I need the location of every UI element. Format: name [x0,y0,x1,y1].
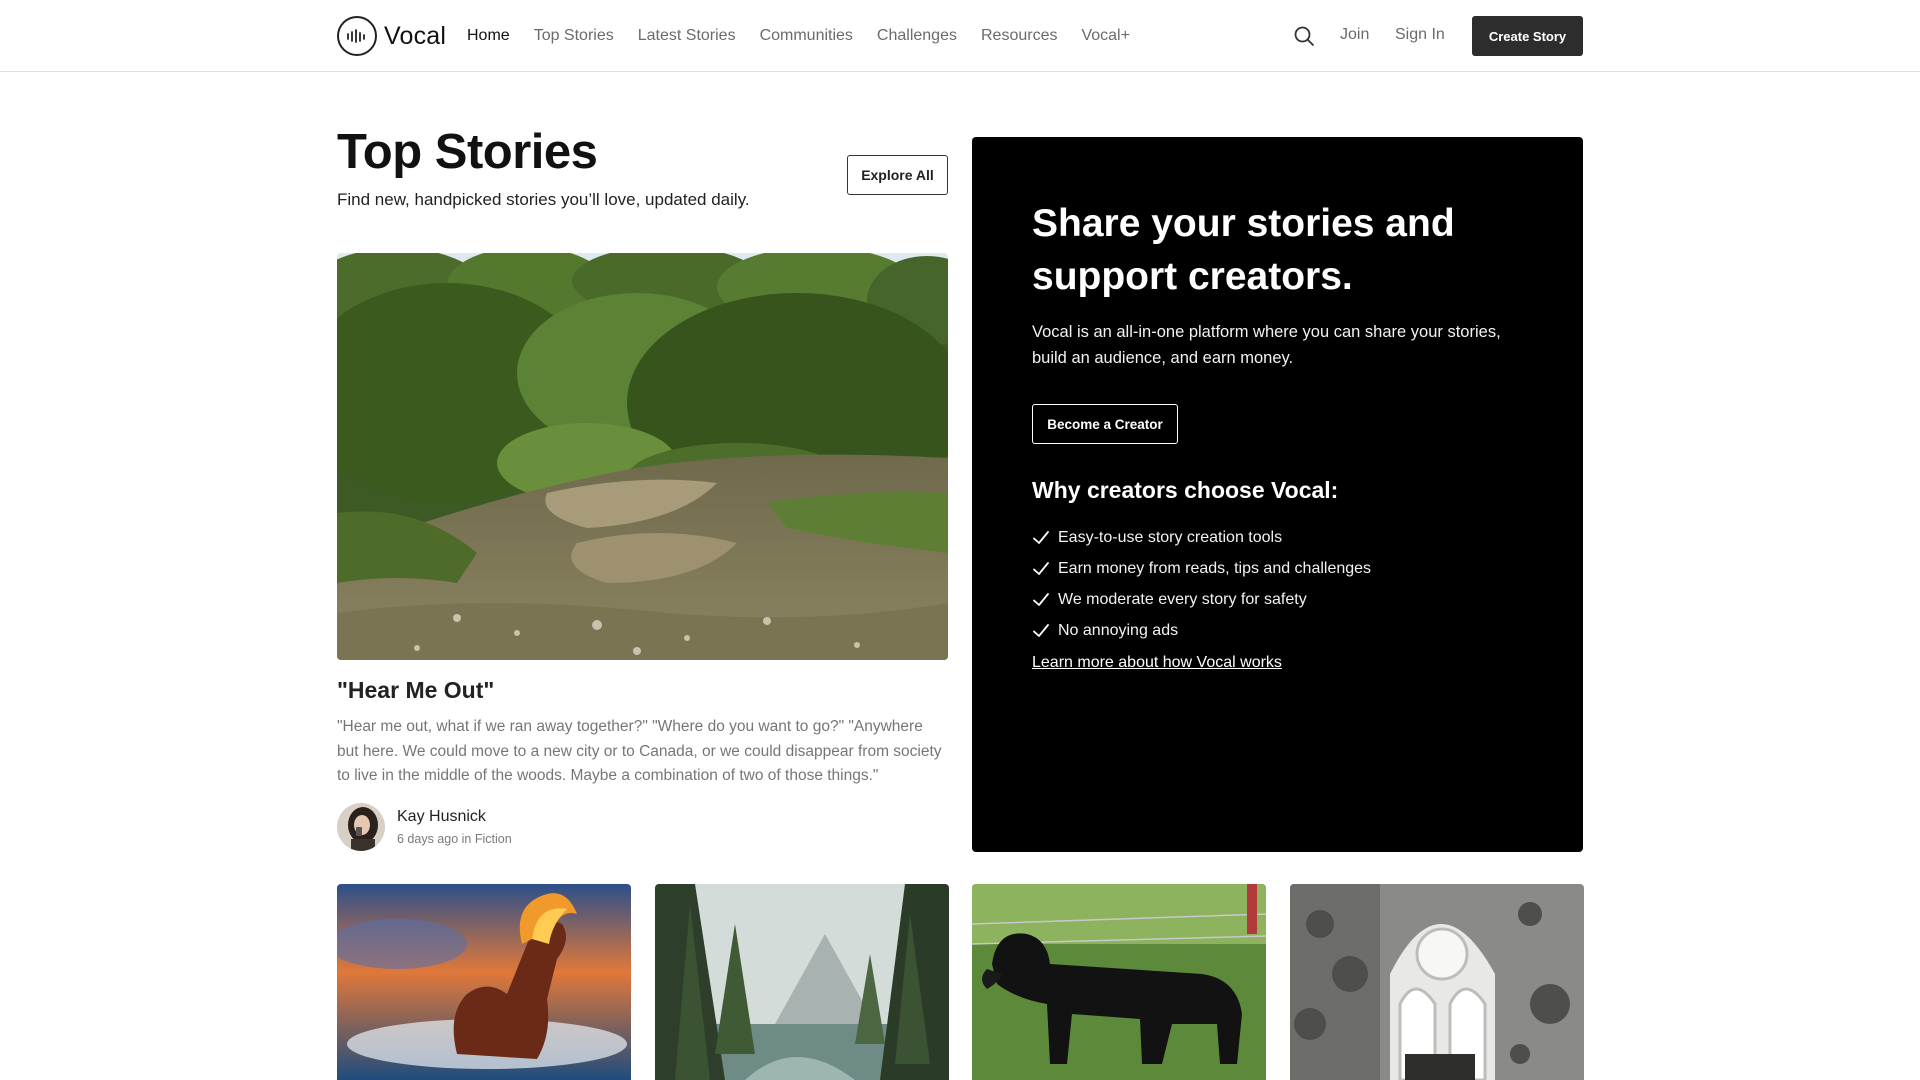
check-icon [1033,623,1049,637]
explore-all-button[interactable]: Explore All [847,155,948,195]
vocal-logo[interactable]: Vocal [337,15,446,57]
reason-text: We moderate every story for safety [1058,590,1307,608]
create-story-button[interactable]: Create Story [1472,16,1583,56]
why-heading: Why creators choose Vocal: [1032,477,1339,503]
page-subtitle: Find new, handpicked stories you’ll love… [337,190,750,209]
creator-promo-panel: Share your stories and support creators.… [972,137,1583,852]
reason-text: Easy-to-use story creation tools [1058,528,1283,546]
learn-more-link[interactable]: Learn more about how Vocal works [1032,654,1282,672]
nav-home[interactable]: Home [467,27,510,45]
nav-top-stories[interactable]: Top Stories [534,27,614,45]
list-item: Earn money from reads, tips and challeng… [1032,553,1371,584]
reasons-list: Easy-to-use story creation tools Earn mo… [1032,522,1371,646]
story-thumbnail-black-dog[interactable] [972,884,1266,1080]
author-name[interactable]: Kay Husnick [397,808,486,826]
join-link[interactable]: Join [1340,26,1369,44]
main-nav: Home Top Stories Latest Stories Communit… [467,0,1154,72]
story-thumbnail-fire-horse[interactable] [337,884,631,1080]
search-icon[interactable] [1293,25,1315,47]
story-meta: 6 days ago in Fiction [397,832,512,846]
check-icon [1033,530,1049,544]
promo-text: Vocal is an all-in-one platform where yo… [1032,323,1501,367]
list-item: No annoying ads [1032,615,1371,646]
story-thumbnail-forest-lake[interactable] [655,884,949,1080]
feature-story-image[interactable] [337,253,948,660]
author-avatar[interactable] [337,803,385,851]
nav-latest-stories[interactable]: Latest Stories [638,27,736,45]
story-thumbnail-ruined-window[interactable] [1290,884,1584,1080]
nav-vocal-plus[interactable]: Vocal+ [1081,27,1129,45]
vocal-logo-icon [337,16,377,56]
nav-resources[interactable]: Resources [981,27,1057,45]
check-icon [1033,561,1049,575]
feature-story-title[interactable]: "Hear Me Out" [337,677,494,704]
list-item: Easy-to-use story creation tools [1032,522,1371,553]
promo-title: Share your stories and support creators. [1032,202,1455,298]
reason-text: Earn money from reads, tips and challeng… [1058,559,1372,577]
top-navigation-bar: Vocal Home Top Stories Latest Stories Co… [0,0,1920,72]
become-creator-button[interactable]: Become a Creator [1032,404,1178,444]
vocal-logo-text: Vocal [384,21,447,50]
feature-story-excerpt: "Hear me out, what if we ran away togeth… [337,718,942,784]
reason-text: No annoying ads [1058,621,1179,639]
sign-in-link[interactable]: Sign In [1395,26,1445,44]
check-icon [1033,592,1049,606]
nav-challenges[interactable]: Challenges [877,27,957,45]
list-item: We moderate every story for safety [1032,584,1371,615]
nav-communities[interactable]: Communities [760,27,853,45]
page-title: Top Stories [337,125,598,179]
